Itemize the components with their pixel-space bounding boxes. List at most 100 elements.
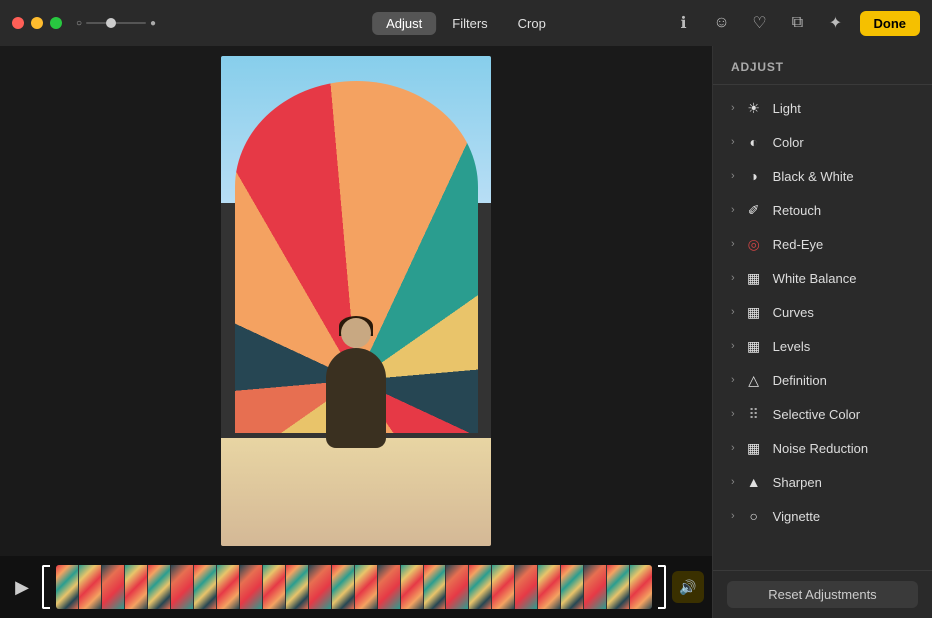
photo-frame: [221, 56, 491, 546]
toolbar-right: ℹ ☺ ♡ ⧉ ✦ Done: [670, 9, 921, 37]
filmstrip-frame: [309, 565, 331, 609]
heart-icon: ♡: [752, 13, 766, 33]
adjust-label-red-eye: Red-Eye: [773, 237, 824, 252]
photo-sand: [221, 438, 491, 546]
filmstrip[interactable]: [56, 565, 652, 609]
light-icon: ☀: [745, 99, 763, 117]
play-button[interactable]: ▶: [8, 573, 36, 601]
filmstrip-frame: [446, 565, 468, 609]
volume-button[interactable]: 🔊: [672, 571, 704, 603]
brightness-max-icon: ●: [150, 18, 156, 29]
definition-icon: △: [745, 371, 763, 389]
levels-icon: ▦: [745, 337, 763, 355]
adjust-list: › ☀ Light › ◐ Color › ◑ Black & White › …: [713, 85, 932, 570]
filmstrip-frame: [102, 565, 124, 609]
filmstrip-frame: [492, 565, 514, 609]
adjust-item-vignette[interactable]: › ○ Vignette: [713, 499, 932, 533]
adjust-label-definition: Definition: [773, 373, 827, 388]
right-panel: ADJUST › ☀ Light › ◐ Color › ◑ Black & W…: [712, 46, 932, 618]
volume-icon: 🔊: [679, 579, 696, 596]
adjust-item-red-eye[interactable]: › ◎ Red-Eye: [713, 227, 932, 261]
adjust-item-curves[interactable]: › ▦ Curves: [713, 295, 932, 329]
adjust-label-black-white: Black & White: [773, 169, 854, 184]
brightness-min-icon: ○: [76, 18, 82, 29]
maximize-button[interactable]: [50, 17, 62, 29]
reset-btn-area: Reset Adjustments: [713, 570, 932, 618]
adjust-item-selective-color[interactable]: › ⠿ Selective Color: [713, 397, 932, 431]
chevron-icon-selective-color: ›: [731, 408, 735, 420]
noise-reduction-icon: ▦: [745, 439, 763, 457]
toolbar-center: Adjust Filters Crop: [372, 12, 560, 35]
copy-icon: ⧉: [792, 14, 803, 32]
filmstrip-frame: [148, 565, 170, 609]
adjust-item-retouch[interactable]: › ✐ Retouch: [713, 193, 932, 227]
adjust-item-noise-reduction[interactable]: › ▦ Noise Reduction: [713, 431, 932, 465]
adjust-label-retouch: Retouch: [773, 203, 821, 218]
filmstrip-frame: [538, 565, 560, 609]
filmstrip-frame: [286, 565, 308, 609]
brightness-slider[interactable]: [86, 22, 146, 24]
chevron-icon-white-balance: ›: [731, 272, 735, 284]
filmstrip-area: ▶: [0, 556, 712, 618]
filmstrip-bracket-left: [42, 565, 50, 609]
red-eye-icon: ◎: [745, 235, 763, 253]
adjust-item-levels[interactable]: › ▦ Levels: [713, 329, 932, 363]
adjust-tab[interactable]: Adjust: [372, 12, 436, 35]
done-button[interactable]: Done: [860, 11, 921, 36]
filmstrip-frame: [79, 565, 101, 609]
photo-viewer: [0, 46, 712, 556]
chevron-icon-retouch: ›: [731, 204, 735, 216]
photo-person-head: [341, 318, 371, 348]
adjust-item-sharpen[interactable]: › ▲ Sharpen: [713, 465, 932, 499]
chevron-icon-sharpen: ›: [731, 476, 735, 488]
reset-adjustments-button[interactable]: Reset Adjustments: [727, 581, 918, 608]
close-button[interactable]: [12, 17, 24, 29]
vignette-icon: ○: [745, 507, 763, 525]
minimize-button[interactable]: [31, 17, 43, 29]
filters-tab[interactable]: Filters: [438, 12, 501, 35]
chevron-icon-red-eye: ›: [731, 238, 735, 250]
brightness-thumb: [106, 18, 116, 28]
chevron-icon-black-white: ›: [731, 170, 735, 182]
filmstrip-frame: [332, 565, 354, 609]
filmstrip-frame: [355, 565, 377, 609]
selective-color-icon: ⠿: [745, 405, 763, 423]
filmstrip-frame: [378, 565, 400, 609]
curves-icon: ▦: [745, 303, 763, 321]
magic-icon: ✦: [829, 13, 842, 33]
chevron-icon-vignette: ›: [731, 510, 735, 522]
copy-button[interactable]: ⧉: [784, 9, 812, 37]
filmstrip-frame: [171, 565, 193, 609]
filmstrip-frame: [263, 565, 285, 609]
adjust-label-color: Color: [773, 135, 804, 150]
filmstrip-frame: [217, 565, 239, 609]
adjust-header: ADJUST: [713, 46, 932, 85]
filmstrip-frame: [240, 565, 262, 609]
chevron-icon-levels: ›: [731, 340, 735, 352]
heart-button[interactable]: ♡: [746, 9, 774, 37]
chevron-icon-color: ›: [731, 136, 735, 148]
main-content: ▶: [0, 46, 932, 618]
filmstrip-frame: [56, 565, 78, 609]
adjust-label-levels: Levels: [773, 339, 811, 354]
brightness-control[interactable]: ○ ●: [76, 18, 156, 29]
adjust-item-definition[interactable]: › △ Definition: [713, 363, 932, 397]
white-balance-icon: ▦: [745, 269, 763, 287]
adjust-item-white-balance[interactable]: › ▦ White Balance: [713, 261, 932, 295]
color-icon: ◐: [745, 133, 763, 151]
crop-tab[interactable]: Crop: [504, 12, 560, 35]
adjust-item-color[interactable]: › ◐ Color: [713, 125, 932, 159]
magic-button[interactable]: ✦: [822, 9, 850, 37]
adjust-item-light[interactable]: › ☀ Light: [713, 91, 932, 125]
photo-content: [221, 56, 491, 546]
adjust-item-black-white[interactable]: › ◑ Black & White: [713, 159, 932, 193]
adjust-label-white-balance: White Balance: [773, 271, 857, 286]
adjust-label-light: Light: [773, 101, 801, 116]
emoji-button[interactable]: ☺: [708, 9, 736, 37]
info-icon: ℹ: [680, 13, 686, 33]
filmstrip-bracket-right: [658, 565, 666, 609]
traffic-lights: [12, 17, 62, 29]
info-button[interactable]: ℹ: [670, 9, 698, 37]
filmstrip-frame: [515, 565, 537, 609]
photo-person: [326, 348, 386, 448]
